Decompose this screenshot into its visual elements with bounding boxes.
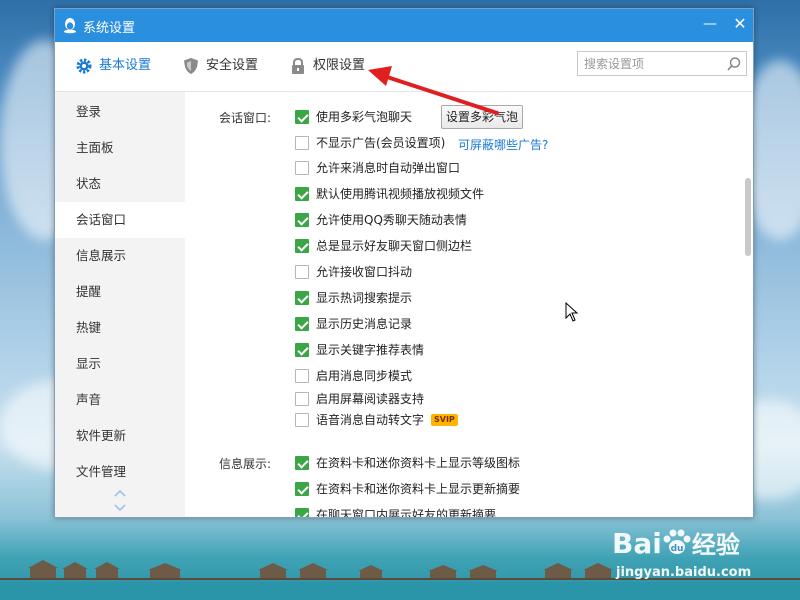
sidebar-item-reminder[interactable]: 提醒 — [55, 274, 185, 310]
option-label: 显示历史消息记录 — [316, 317, 413, 331]
option-label: 语音消息自动转文字 — [316, 413, 425, 427]
scrollbar-thumb[interactable] — [745, 178, 751, 256]
checkbox[interactable] — [295, 482, 309, 496]
search-input[interactable] — [578, 52, 718, 75]
set-bubble-button[interactable]: 设置多彩气泡 — [441, 105, 523, 129]
section-label-session-window: 会话窗口: — [219, 111, 272, 125]
sidebar-item-file-management[interactable]: 文件管理 — [55, 454, 185, 490]
sidebar-item-session-window[interactable]: 会话窗口 — [55, 202, 185, 238]
checkbox[interactable] — [295, 317, 309, 331]
option-label: 启用屏幕阅读器支持 — [316, 392, 425, 406]
checkbox[interactable] — [295, 392, 309, 406]
checkbox[interactable] — [295, 291, 309, 305]
option-label: 使用多彩气泡聊天 — [316, 110, 413, 124]
option-label: 默认使用腾讯视频播放视频文件 — [316, 187, 485, 201]
settings-sidebar: 登录 主面板 状态 会话窗口 信息展示 提醒 热键 显示 声音 软件更新 文件管… — [55, 92, 185, 517]
option-label: 显示关键字推荐表情 — [316, 343, 425, 357]
watermark-brand-latin-1: Bai — [612, 527, 662, 560]
gear-icon — [76, 58, 92, 74]
tab-security-settings[interactable]: 安全设置 — [182, 53, 266, 79]
checkbox[interactable] — [295, 110, 309, 124]
option-label: 显示热词搜索提示 — [316, 291, 413, 305]
option-label: 在资料卡和迷你资料卡上显示等级图标 — [316, 456, 521, 470]
chevron-down-icon[interactable] — [113, 503, 127, 513]
settings-window: 系统设置 — ✕ 基本设置 安全设置 权限设置 搜索设置项 登录 主面板 状态 … — [54, 8, 754, 518]
title-bar[interactable]: 系统设置 — ✕ — [55, 9, 753, 42]
settings-search-box — [577, 51, 747, 76]
section-label-info-display: 信息展示: — [219, 457, 272, 471]
sidebar-item-login[interactable]: 登录 — [55, 94, 185, 130]
checkbox[interactable] — [295, 161, 309, 175]
watermark-url: jingyan.baidu.com — [616, 565, 752, 580]
checkbox[interactable] — [295, 213, 309, 227]
svip-badge: SVIP — [431, 414, 458, 426]
checkbox[interactable] — [295, 456, 309, 470]
blockable-ads-link[interactable]: 可屏蔽哪些广告? — [458, 136, 548, 153]
watermark-brand-cn: 经验 — [691, 531, 740, 559]
search-icon[interactable] — [726, 56, 742, 72]
tab-basic-settings[interactable]: 基本设置 — [75, 53, 159, 79]
checkbox[interactable] — [295, 369, 309, 383]
lock-icon — [292, 57, 304, 74]
qq-penguin-icon — [64, 18, 76, 34]
option-label: 不显示广告(会员设置项) — [316, 136, 446, 150]
tab-permission-settings[interactable]: 权限设置 — [289, 53, 373, 79]
checkbox[interactable] — [295, 508, 309, 517]
settings-content: 会话窗口: 使用多彩气泡聊天 设置多彩气泡 不显示广告(会员设置项) 可屏蔽哪些… — [185, 92, 753, 518]
option-label: 允许使用QQ秀聊天随动表情 — [316, 213, 467, 227]
tab-security-settings-label: 安全设置 — [206, 58, 259, 73]
checkbox[interactable] — [295, 343, 309, 357]
tab-permission-settings-label: 权限设置 — [313, 58, 366, 73]
settings-toolbar: 基本设置 安全设置 权限设置 — [55, 42, 753, 92]
minimize-button[interactable]: — — [699, 15, 721, 35]
paw-icon: du — [663, 529, 691, 554]
option-label: 在资料卡和迷你资料卡上显示更新摘要 — [316, 482, 521, 496]
tab-basic-settings-label: 基本设置 — [99, 58, 152, 73]
baidu-jingyan-watermark: Bai du 经验 jingyan.baidu.com — [612, 525, 787, 591]
sidebar-item-software-update[interactable]: 软件更新 — [55, 418, 185, 454]
sidebar-item-status[interactable]: 状态 — [55, 166, 185, 202]
sidebar-item-sound[interactable]: 声音 — [55, 382, 185, 418]
mouse-cursor-icon — [565, 302, 579, 322]
checkbox[interactable] — [295, 136, 309, 150]
close-button[interactable]: ✕ — [729, 15, 751, 35]
option-label: 总是显示好友聊天窗口侧边栏 — [316, 239, 473, 253]
sidebar-item-display[interactable]: 显示 — [55, 346, 185, 382]
sidebar-item-hotkeys[interactable]: 热键 — [55, 310, 185, 346]
window-title: 系统设置 — [83, 21, 136, 36]
option-label: 允许来消息时自动弹出窗口 — [316, 161, 461, 175]
checkbox[interactable] — [295, 187, 309, 201]
svg-text:du: du — [670, 544, 683, 554]
option-label: 在聊天窗口内展示好友的更新摘要 — [316, 508, 497, 518]
option-label: 启用消息同步模式 — [316, 369, 413, 383]
sidebar-item-info-display[interactable]: 信息展示 — [55, 238, 185, 274]
sidebar-item-main-panel[interactable]: 主面板 — [55, 130, 185, 166]
checkbox[interactable] — [295, 239, 309, 253]
shield-icon — [184, 58, 198, 74]
scrollbar-track[interactable] — [743, 92, 753, 517]
option-label: 允许接收窗口抖动 — [316, 265, 413, 279]
checkbox[interactable] — [295, 413, 309, 427]
chevron-up-icon[interactable] — [113, 488, 127, 498]
checkbox[interactable] — [295, 265, 309, 279]
